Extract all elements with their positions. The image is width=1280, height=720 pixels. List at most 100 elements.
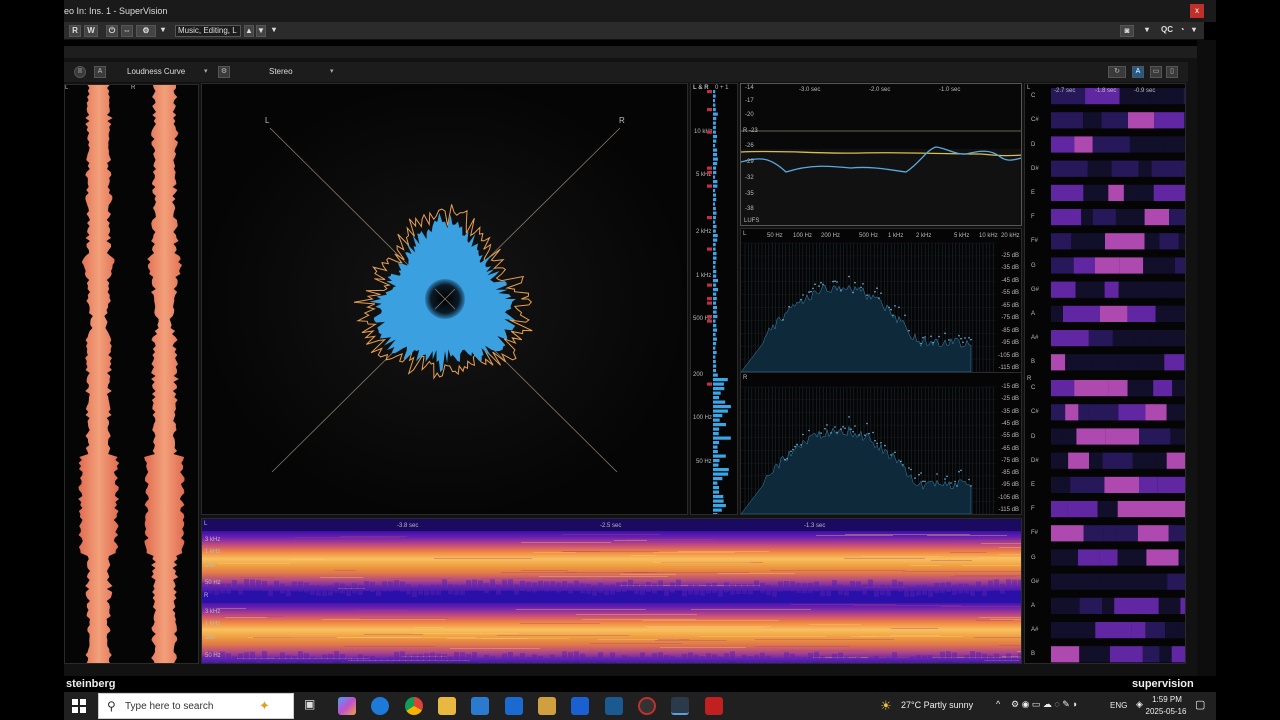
window-title: eo In: Ins. 1 - SuperVision [64, 6, 168, 16]
preset-down-icon[interactable]: ▼ [256, 25, 266, 37]
outlook-icon[interactable] [505, 697, 523, 715]
spectrogram-panel[interactable]: L -3.8 sec -2.5 sec -1.3 sec 3 kHz 1 kHz… [201, 518, 1022, 664]
notification-icon[interactable]: ▢ [1195, 698, 1205, 711]
freq-bar [713, 513, 718, 514]
waveform-graphic [78, 85, 185, 663]
spectrum-db-label: -55 dB [1001, 433, 1019, 440]
pause-icon[interactable]: II [74, 66, 86, 78]
freq-bar [713, 477, 723, 481]
loudness-y-4: -26 [745, 143, 754, 149]
module-a-selector[interactable]: Loudness Curve [127, 66, 185, 78]
module-b-selector[interactable]: Stereo [269, 66, 293, 78]
app-icon-2[interactable] [571, 697, 589, 715]
search-placeholder: Type here to search [125, 701, 214, 712]
chroma-note-label: G# [1031, 578, 1040, 585]
spectrum-db-label: -45 dB [1001, 420, 1019, 427]
qc-dropdown-icon[interactable]: ▾ [1189, 25, 1199, 37]
freq-bar [713, 306, 717, 310]
module-a-badge[interactable]: A [94, 66, 106, 78]
freq-bar-peak [707, 166, 712, 170]
weather-text[interactable]: 27°C Partly sunny [901, 700, 973, 710]
store-icon[interactable] [471, 697, 489, 715]
close-button[interactable]: x [1190, 4, 1204, 18]
spectrum-freq-label: 500 Hz [859, 233, 879, 239]
freq-bar [713, 387, 725, 391]
waveform-panel[interactable]: L R [64, 84, 199, 664]
write-automation-button[interactable]: W [84, 25, 98, 37]
reset-icon[interactable]: ↻ [1108, 66, 1126, 78]
freq-bar [713, 495, 724, 499]
freq-bar [713, 288, 718, 292]
freq-bar [713, 409, 728, 413]
tray-chevron-icon[interactable]: ^ [996, 699, 1000, 709]
copilot-icon[interactable] [338, 697, 356, 715]
cubase-icon[interactable] [671, 697, 689, 715]
freq-bar [713, 373, 718, 377]
chroma-note-label: D# [1031, 165, 1039, 172]
freq-bar [713, 229, 716, 233]
freq-bar [713, 468, 729, 472]
clock-time[interactable]: 1:59 PM [1140, 695, 1194, 704]
freq-bar [713, 99, 715, 103]
layout-split-icon[interactable]: ▯ [1166, 66, 1178, 78]
read-automation-button[interactable]: R [69, 25, 81, 37]
tray-icons[interactable]: ⚙ ◉ ▭ ☁ ◌ ✎ ◗ [1011, 699, 1078, 710]
freq-bar [713, 441, 720, 445]
app-icon-4[interactable] [638, 697, 656, 715]
module-settings-icon[interactable]: ⚙ [218, 66, 230, 78]
vectorscope-panel[interactable]: L R [201, 83, 688, 515]
spectrogram-freq-r-3: 50 Hz [205, 653, 221, 659]
file-explorer-icon[interactable] [438, 697, 456, 715]
freq-bar [713, 351, 717, 355]
task-view-icon[interactable]: ▣ [304, 697, 322, 715]
spectrum-freq-label: 200 Hz [821, 233, 841, 239]
chrome-icon[interactable] [405, 697, 423, 715]
spectrum-db-label: -105 dB [997, 352, 1019, 359]
pdf-icon[interactable] [705, 697, 723, 715]
qc-icon[interactable]: ◔ [1177, 25, 1187, 37]
active-module-icon[interactable]: A [1132, 66, 1144, 78]
spectrum-freq-label: 100 Hz [793, 233, 813, 239]
spectrum-db-label: -85 dB [1001, 327, 1019, 334]
module-b-dropdown-icon[interactable]: ▾ [330, 67, 334, 75]
freq-bar [713, 364, 717, 368]
preset-dropdown-icon[interactable]: ▾ [269, 25, 279, 37]
chroma-note-label: C [1031, 93, 1036, 100]
spectrum-db-label: -95 dB [1001, 340, 1019, 346]
freq-bar [713, 94, 716, 98]
spectrum-panel-right[interactable]: R -15 dB -25 dB -35 dB -45 dB -55 dB -65 dB -7… [740, 372, 1022, 515]
spectrum-panel-left[interactable]: L 50 Hz 100 Hz 200 Hz 500 Hz 1 kHz 2 kHz 5 kHz… [740, 228, 1022, 373]
compare-icon[interactable]: ⇔ [121, 25, 133, 37]
preset-up-icon[interactable]: ▲ [244, 25, 254, 37]
frequency-bars-panel[interactable]: L & R 0 + 1 10 kHz 5 kHz 2 kHz 1 kHz 500… [690, 83, 738, 515]
freq-bar [713, 369, 716, 373]
loudness-curve-panel[interactable]: -3.0 sec -2.0 sec -1.0 sec -14 -17 -20 R… [740, 83, 1022, 226]
clock-date[interactable]: 2025-05-16 [1134, 707, 1198, 716]
qc-label[interactable]: QC [1158, 25, 1176, 37]
chromagram-panel[interactable]: L R -2.7 sec -1.8 sec -0.9 sec C C# D D# E F F… [1024, 83, 1186, 664]
preset-menu-icon[interactable]: ▾ [158, 25, 168, 37]
host-scroll-strip[interactable] [1197, 40, 1216, 692]
app-icon-1[interactable] [538, 697, 556, 715]
language-indicator[interactable]: ENG [1110, 701, 1127, 710]
chroma-left-label: L [1027, 85, 1031, 91]
chroma-note-label: C# [1031, 117, 1039, 124]
freq-bar [713, 301, 716, 305]
start-button[interactable] [72, 699, 86, 713]
settings-icon[interactable]: ⚙ [136, 25, 156, 37]
bypass-icon[interactable]: ⏻ [106, 25, 118, 37]
freq-bar-peak [707, 171, 712, 175]
edge-icon[interactable] [371, 697, 389, 715]
app-icon-3[interactable] [605, 697, 623, 715]
search-icon: ⚲ [107, 699, 116, 713]
preset-name[interactable]: Music, Editing, L [175, 25, 241, 37]
layout-single-icon[interactable]: ▭ [1150, 66, 1162, 78]
freq-bar [713, 117, 717, 121]
options-dropdown-icon[interactable]: ▾ [1142, 25, 1152, 37]
taskbar-search[interactable]: ⚲ Type here to search ✦ [98, 693, 294, 719]
window-title-bar: eo In: Ins. 1 - SuperVision x [64, 0, 1216, 22]
module-a-dropdown-icon[interactable]: ▾ [204, 67, 208, 75]
freq-bar [713, 432, 719, 436]
spectrum-db-label: -25 dB [1001, 396, 1019, 403]
camera-icon[interactable]: ◙ [1120, 25, 1134, 37]
